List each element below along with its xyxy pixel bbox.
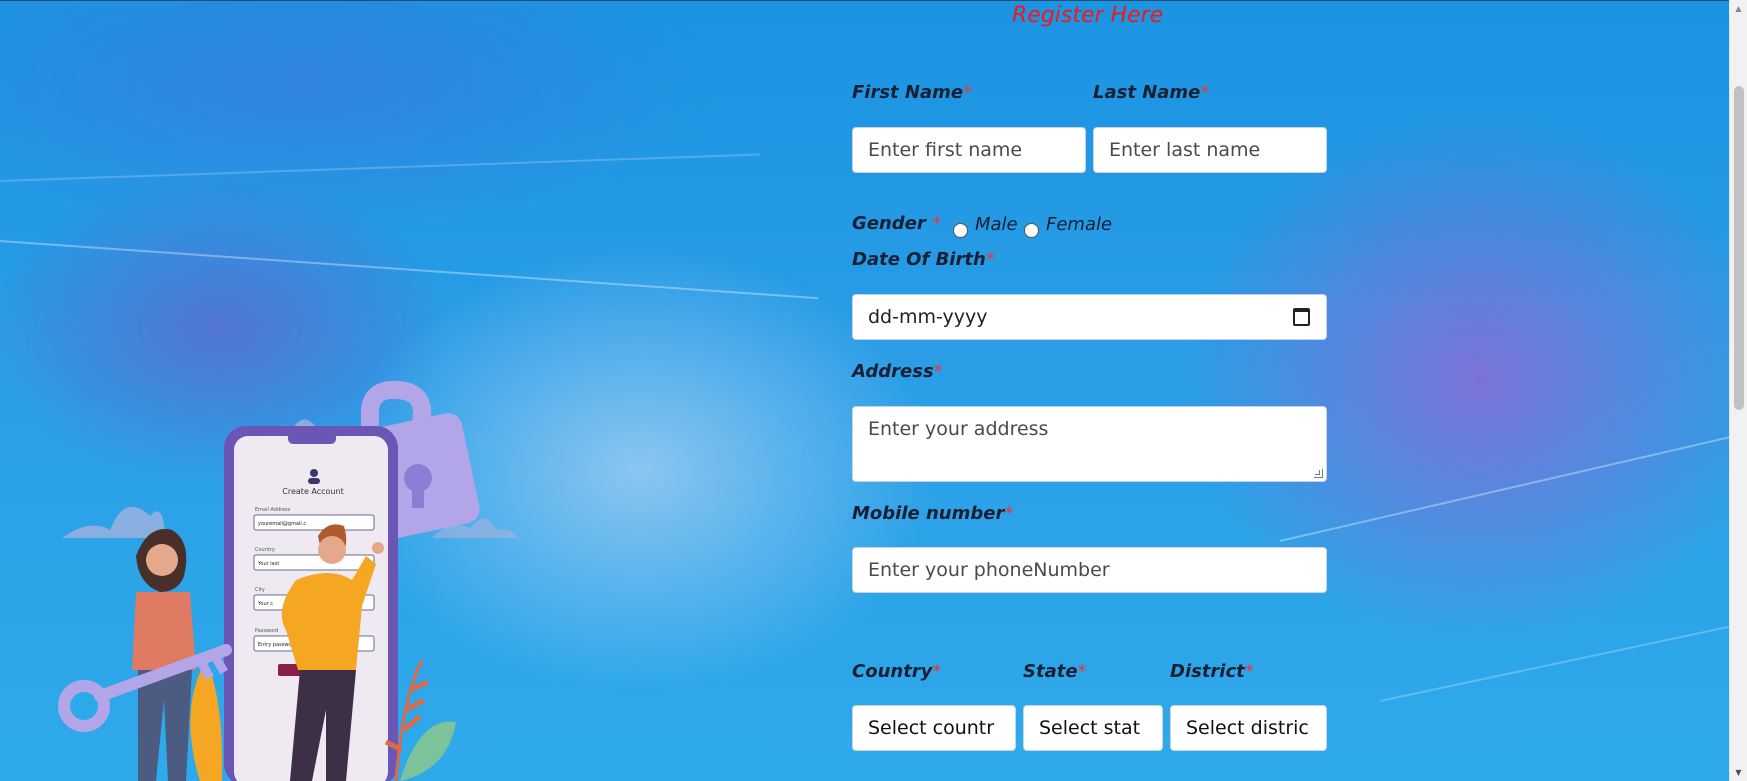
vertical-scrollbar[interactable]: ▲ ▼ xyxy=(1729,0,1747,781)
calendar-icon[interactable] xyxy=(1293,308,1310,326)
state-input[interactable]: Select stat xyxy=(1023,705,1163,751)
illus-email-label: Email Address xyxy=(255,507,291,513)
last-name-label: Last Name* xyxy=(1093,82,1209,103)
gender-male-radio[interactable] xyxy=(953,223,968,238)
required-asterisk: * xyxy=(1200,82,1210,103)
first-name-input[interactable]: Enter first name xyxy=(852,127,1086,173)
required-asterisk: * xyxy=(932,661,942,682)
first-name-label: First Name* xyxy=(852,82,972,103)
first-name-placeholder: Enter first name xyxy=(868,139,1023,161)
resize-handle-icon[interactable] xyxy=(1314,469,1323,478)
district-input[interactable]: Select distric xyxy=(1170,705,1327,751)
last-name-placeholder: Enter last name xyxy=(1109,139,1261,161)
last-name-input[interactable]: Enter last name xyxy=(1093,127,1327,173)
country-placeholder: Select countr xyxy=(868,717,995,739)
state-placeholder: Select stat xyxy=(1039,717,1141,739)
illus-city-value: Your c xyxy=(257,601,273,607)
illus-screen-title: Create Account xyxy=(282,487,343,496)
required-asterisk: * xyxy=(1004,503,1014,524)
first-name-label-text: First Name xyxy=(852,82,964,103)
gender-male-label[interactable]: Male xyxy=(975,214,1018,235)
scroll-up-icon[interactable]: ▲ xyxy=(1730,0,1747,17)
state-label: State* xyxy=(1023,661,1087,682)
dob-label: Date Of Birth* xyxy=(852,249,995,270)
mobile-label-text: Mobile number xyxy=(852,503,1005,524)
required-asterisk: * xyxy=(932,213,942,234)
address-placeholder: Enter your address xyxy=(868,418,1049,440)
last-name-label-text: Last Name xyxy=(1093,82,1201,103)
dob-placeholder: dd-mm-yyyy xyxy=(868,306,988,328)
mobile-placeholder: Enter your phoneNumber xyxy=(868,559,1110,581)
registration-illustration: Create Account Email Address youremail@g… xyxy=(58,380,518,781)
district-label-text: District xyxy=(1170,661,1245,682)
page-title: Register Here xyxy=(1012,3,1164,28)
gender-female-radio[interactable] xyxy=(1024,223,1039,238)
illus-email-value: youremail@gmail.c xyxy=(258,521,306,527)
scroll-down-icon[interactable]: ▼ xyxy=(1730,764,1747,781)
address-textarea[interactable]: Enter your address xyxy=(852,406,1327,482)
required-asterisk: * xyxy=(933,361,943,382)
scroll-thumb[interactable] xyxy=(1734,86,1744,410)
required-asterisk: * xyxy=(1244,661,1254,682)
illus-country-value: Your last xyxy=(257,561,279,567)
district-placeholder: Select distric xyxy=(1186,717,1309,739)
top-border xyxy=(0,0,1747,1)
required-asterisk: * xyxy=(963,82,973,103)
gender-label-text: Gender xyxy=(852,213,926,234)
dob-input[interactable]: dd-mm-yyyy xyxy=(852,294,1327,340)
address-label-text: Address xyxy=(852,361,934,382)
illus-password-label: Password xyxy=(255,628,278,634)
illus-city-label: City xyxy=(255,587,265,593)
country-label: Country* xyxy=(852,661,941,682)
district-label: District* xyxy=(1170,661,1254,682)
gender-female-label[interactable]: Female xyxy=(1046,214,1112,235)
dob-label-text: Date Of Birth xyxy=(852,249,986,270)
required-asterisk: * xyxy=(1077,661,1087,682)
required-asterisk: * xyxy=(985,249,995,270)
gender-label: Gender * xyxy=(852,213,941,234)
woman-figure xyxy=(132,529,196,781)
state-label-text: State xyxy=(1023,661,1078,682)
illus-country-label: Country xyxy=(255,547,275,553)
country-label-text: Country xyxy=(852,661,933,682)
address-label: Address* xyxy=(852,361,943,382)
mobile-label: Mobile number* xyxy=(852,503,1013,524)
mobile-input[interactable]: Enter your phoneNumber xyxy=(852,547,1327,593)
country-input[interactable]: Select countr xyxy=(852,705,1016,751)
